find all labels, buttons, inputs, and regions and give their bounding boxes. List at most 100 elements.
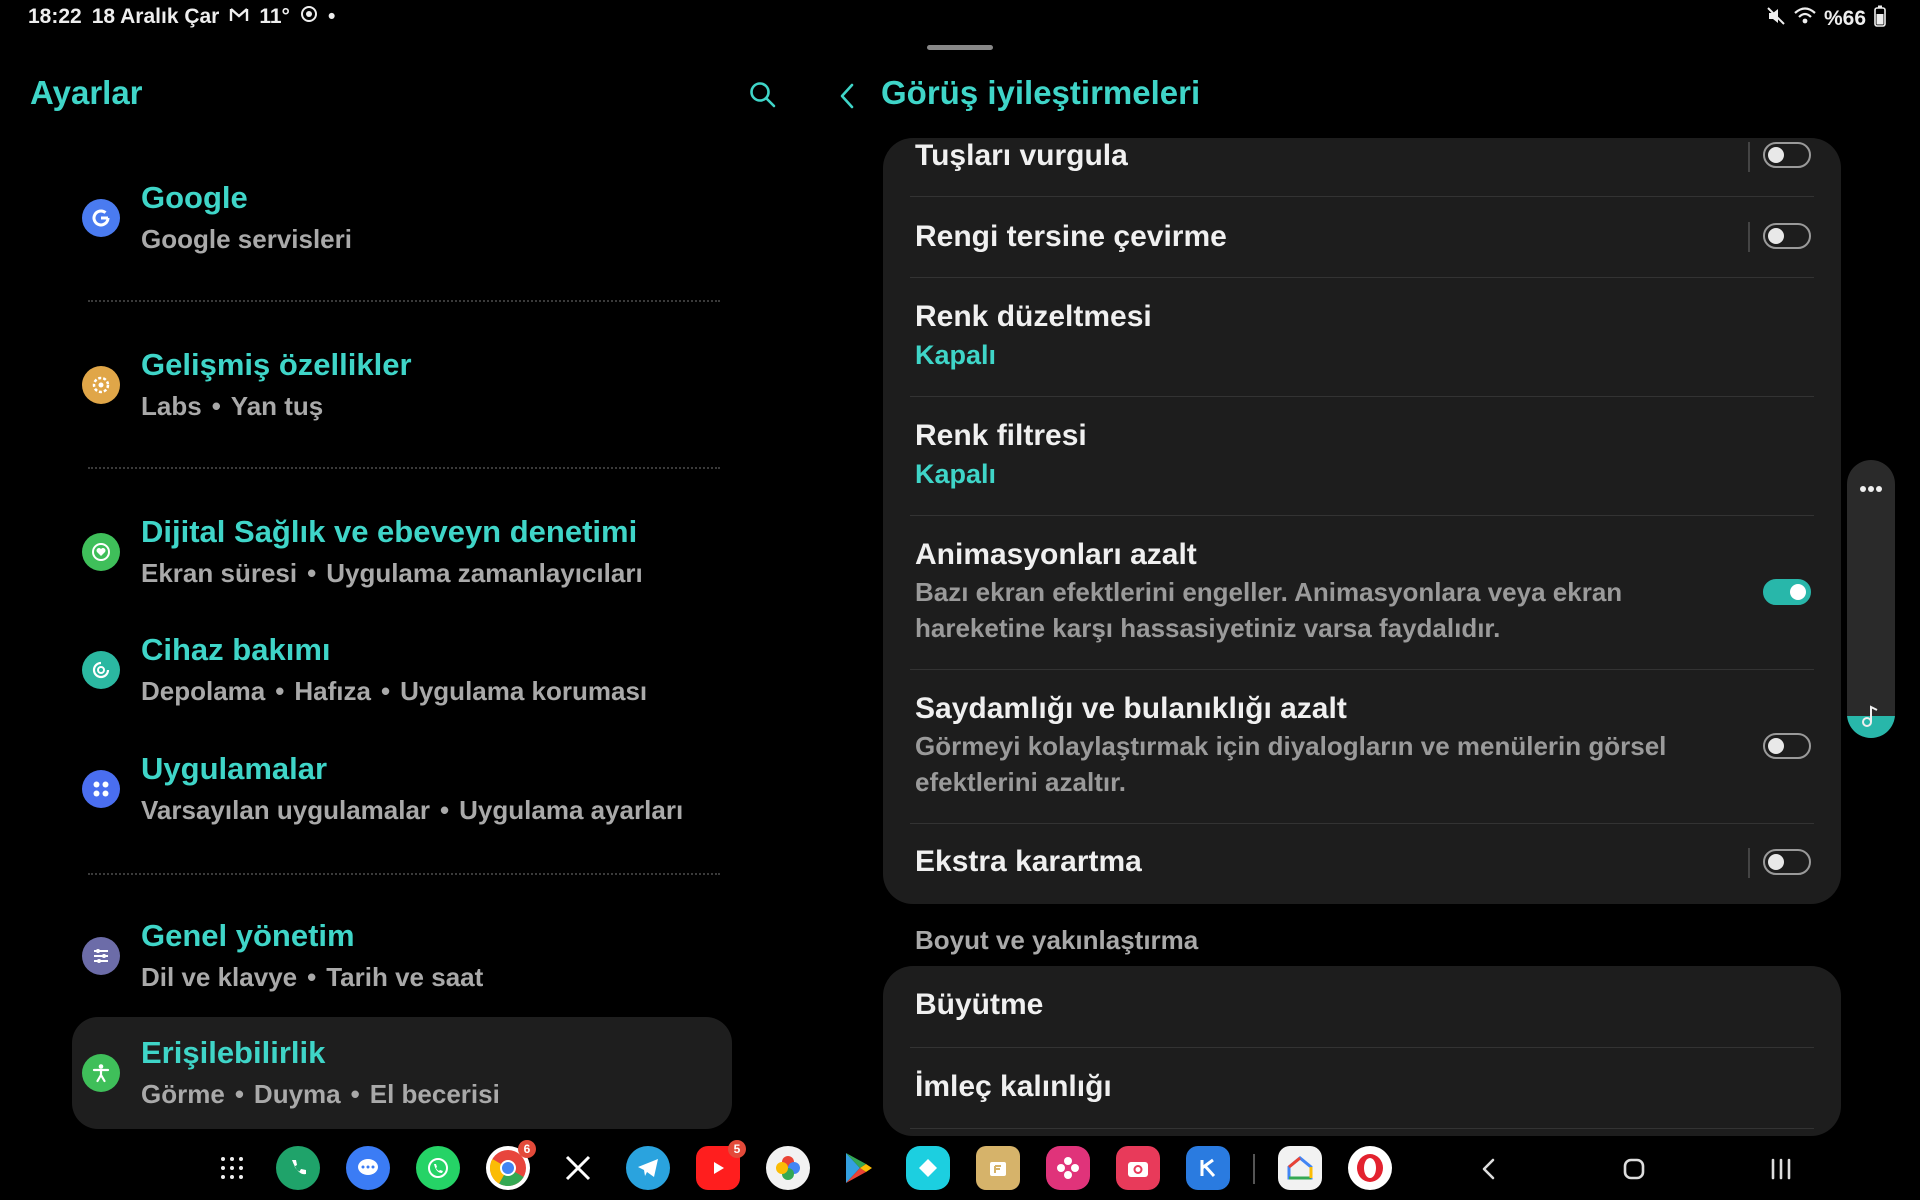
menu-item-title: Cihaz bakımı (141, 632, 331, 667)
row-reduce-animations[interactable]: Animasyonları azalt Bazı ekran efektleri… (883, 516, 1841, 670)
menu-item-subtitle: Ekran süresi • Uygulama zamanlayıcıları (141, 558, 643, 588)
menu-item-subtitle: Görme • Duyma • El becerisi (141, 1079, 500, 1109)
row-extra-dim[interactable]: Ekstra karartma (883, 824, 1841, 904)
google-home-app-icon[interactable] (1278, 1146, 1322, 1190)
camera-app-icon[interactable] (1116, 1146, 1160, 1190)
row-magnification[interactable]: Büyütme (883, 966, 1841, 1047)
row-description: Bazı ekran efektlerini engeller. Animasy… (915, 577, 1623, 643)
settings-title: Ayarlar (30, 74, 143, 111)
battery-level: %66 (1823, 7, 1866, 30)
row-description: Görmeyi kolaylaştırmak için diyalogların… (915, 731, 1667, 797)
nav-back-icon[interactable] (1472, 1152, 1506, 1186)
menu-item-title: Dijital Sağlık ve ebeveyn denetimi (141, 514, 638, 549)
notification-dot-icon: • (327, 5, 336, 28)
google-icon (82, 199, 120, 237)
settings-item-general-management[interactable]: Genel yönetim Dil ve klavye • Tarih ve saa… (72, 900, 732, 1012)
row-title: Renk düzeltmesi (915, 300, 1152, 333)
photos-app-icon[interactable] (766, 1146, 810, 1190)
menu-item-subtitle: Dil ve klavye • Tarih ve saat (141, 962, 484, 992)
sliders-icon (82, 937, 120, 975)
row-status: Kapalı (915, 459, 997, 489)
row-title: Ekstra karartma (915, 845, 1142, 878)
back-arrow-icon[interactable] (834, 80, 862, 112)
search-icon[interactable] (748, 80, 778, 110)
menu-item-title: Genel yönetim (141, 918, 355, 953)
notification-badge: 6 (518, 1140, 536, 1158)
menu-item-subtitle: Depolama • Hafıza • Uygulama koruması (141, 676, 648, 706)
whatsapp-app-icon[interactable] (416, 1146, 460, 1190)
menu-item-title: Gelişmiş özellikler (141, 347, 412, 382)
taskbar-divider (1253, 1154, 1255, 1184)
nav-home-icon[interactable] (1617, 1152, 1651, 1186)
settings-item-device-care[interactable]: Cihaz bakımı Depolama • Hafıza • Uygulama ko… (72, 614, 732, 726)
mute-icon (1766, 6, 1786, 32)
menu-item-title: Google (141, 180, 248, 215)
row-title: Rengi tersine çevirme (915, 220, 1227, 253)
date: 18 Aralık Çar (91, 5, 220, 28)
toggle-switch[interactable] (1763, 849, 1811, 875)
wifi-icon (1794, 7, 1816, 31)
telegram-app-icon[interactable] (626, 1146, 670, 1190)
taskbar: 6 5 (0, 1140, 1920, 1200)
menu-item-subtitle: Google servisleri (141, 224, 352, 254)
row-title: Tuşları vurgula (915, 139, 1128, 172)
row-title: Büyütme (915, 988, 1044, 1021)
settings-item-advanced-features[interactable]: Gelişmiş özellikler Labs • Yan tuş (72, 329, 732, 441)
menu-item-title: Erişilebilirlik (141, 1035, 326, 1070)
row-title: Saydamlığı ve bulanıklığı azalt (915, 692, 1347, 725)
page-title: Görüş iyileştirmeleri (881, 74, 1201, 111)
apps-grid-icon (82, 770, 120, 808)
settings-item-apps[interactable]: Uygulamalar Varsayılan uygulamalar • Uygul… (72, 733, 732, 845)
opera-app-icon[interactable] (1348, 1146, 1392, 1190)
play-store-app-icon[interactable] (836, 1146, 880, 1190)
clock: 18:22 (28, 5, 82, 28)
row-pointer-thickness[interactable]: İmleç kalınlığı (883, 1048, 1841, 1129)
teal-app-icon[interactable] (906, 1146, 950, 1190)
row-status: Kapalı (915, 340, 997, 370)
battery-icon (1874, 5, 1886, 33)
menu-item-subtitle: Labs • Yan tuş (141, 391, 324, 421)
chrome-app-icon[interactable]: 6 (486, 1140, 536, 1190)
accessibility-icon (82, 1054, 120, 1092)
nav-recents-icon[interactable] (1764, 1152, 1798, 1186)
settings-item-accessibility[interactable]: Erişilebilirlik Görme • Duyma • El becerisi (72, 1017, 732, 1129)
section-header: Boyut ve yakınlaştırma (915, 925, 1199, 955)
toggle-switch[interactable] (1763, 733, 1811, 759)
music-note-icon[interactable] (1861, 704, 1881, 733)
messages-app-icon[interactable] (346, 1146, 390, 1190)
settings-item-digital-wellbeing[interactable]: Dijital Sağlık ve ebeveyn denetimi Ekran… (72, 496, 732, 608)
row-vertical-divider (1748, 222, 1750, 252)
x-app-icon[interactable] (556, 1146, 600, 1190)
row-color-inversion[interactable]: Rengi tersine çevirme (883, 197, 1841, 278)
phone-app-icon[interactable] (276, 1146, 320, 1190)
row-color-filter[interactable]: Renk filtresi Kapalı (883, 397, 1841, 516)
settings-item-google[interactable]: Google Google servisleri (72, 162, 732, 274)
row-title: Renk filtresi (915, 419, 1087, 452)
row-vertical-divider (1748, 142, 1750, 172)
toggle-switch[interactable] (1763, 223, 1811, 249)
size-zoom-card: Büyütme İmleç kalınlığı (883, 966, 1841, 1136)
toggle-switch[interactable] (1763, 579, 1811, 605)
edge-panel-handle[interactable] (1847, 460, 1895, 738)
toggle-switch[interactable] (1763, 142, 1811, 168)
youtube-app-icon[interactable]: 5 (696, 1140, 746, 1190)
divider (88, 873, 720, 875)
notification-badge: 5 (728, 1140, 746, 1158)
gmail-icon (229, 5, 249, 29)
row-title: İmleç kalınlığı (915, 1070, 1112, 1103)
row-color-correction[interactable]: Renk düzeltmesi Kapalı (883, 278, 1841, 397)
flower-app-icon[interactable] (1046, 1146, 1090, 1190)
menu-item-title: Uygulamalar (141, 751, 328, 786)
more-options-icon[interactable] (1859, 480, 1883, 498)
window-handle[interactable] (927, 45, 993, 50)
k-app-icon[interactable] (1186, 1146, 1230, 1190)
files-app-icon[interactable] (976, 1146, 1020, 1190)
row-reduce-transparency[interactable]: Saydamlığı ve bulanıklığı azalt Görmeyi … (883, 670, 1841, 824)
row-vertical-divider (1748, 848, 1750, 878)
device-care-icon (82, 651, 120, 689)
all-apps-icon[interactable] (210, 1146, 254, 1190)
row-highlight-buttons[interactable]: Tuşları vurgula (883, 138, 1841, 196)
status-bar: 18:22 18 Aralık Çar 11° • %66 (0, 0, 1920, 34)
weather-temp: 11° (259, 5, 290, 28)
chrome-status-icon (300, 5, 318, 29)
